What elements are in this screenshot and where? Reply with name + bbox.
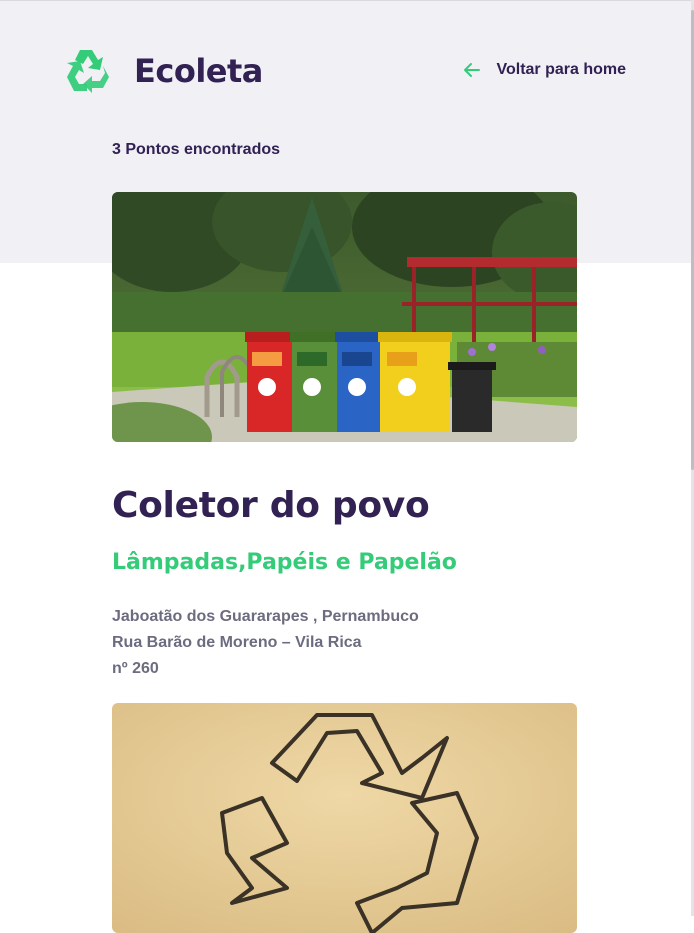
arrow-left-icon [464, 63, 481, 77]
recycle-logo-icon [67, 50, 109, 93]
point-title: Coletor do povo [112, 485, 430, 526]
point-number: nº 260 [112, 660, 159, 677]
back-to-home-link[interactable]: Voltar para home [462, 60, 626, 80]
point-street: Rua Barão de Moreno – Vila Rica [112, 634, 362, 651]
point-city-state: Jaboatão dos Guararapes , Pernambuco [112, 608, 419, 625]
results-count: 3 Pontos encontrados [112, 141, 281, 158]
point-address: Jaboatão dos Guararapes , Pernambuco Rua… [112, 604, 577, 682]
point-card [112, 703, 577, 933]
recycling-bins-photo [112, 192, 577, 442]
page-header: Ecoleta Voltar para home [63, 46, 626, 96]
back-link-label: Voltar para home [496, 61, 626, 78]
point-items: Lâmpadas,Papéis e Papelão [112, 550, 457, 575]
logo[interactable]: Ecoleta [63, 46, 263, 96]
logo-text: Ecoleta [134, 52, 263, 90]
point-card: Coletor do povo Lâmpadas,Papéis e Papelã… [112, 192, 577, 682]
recycle-symbol-cardboard-photo [112, 703, 577, 933]
